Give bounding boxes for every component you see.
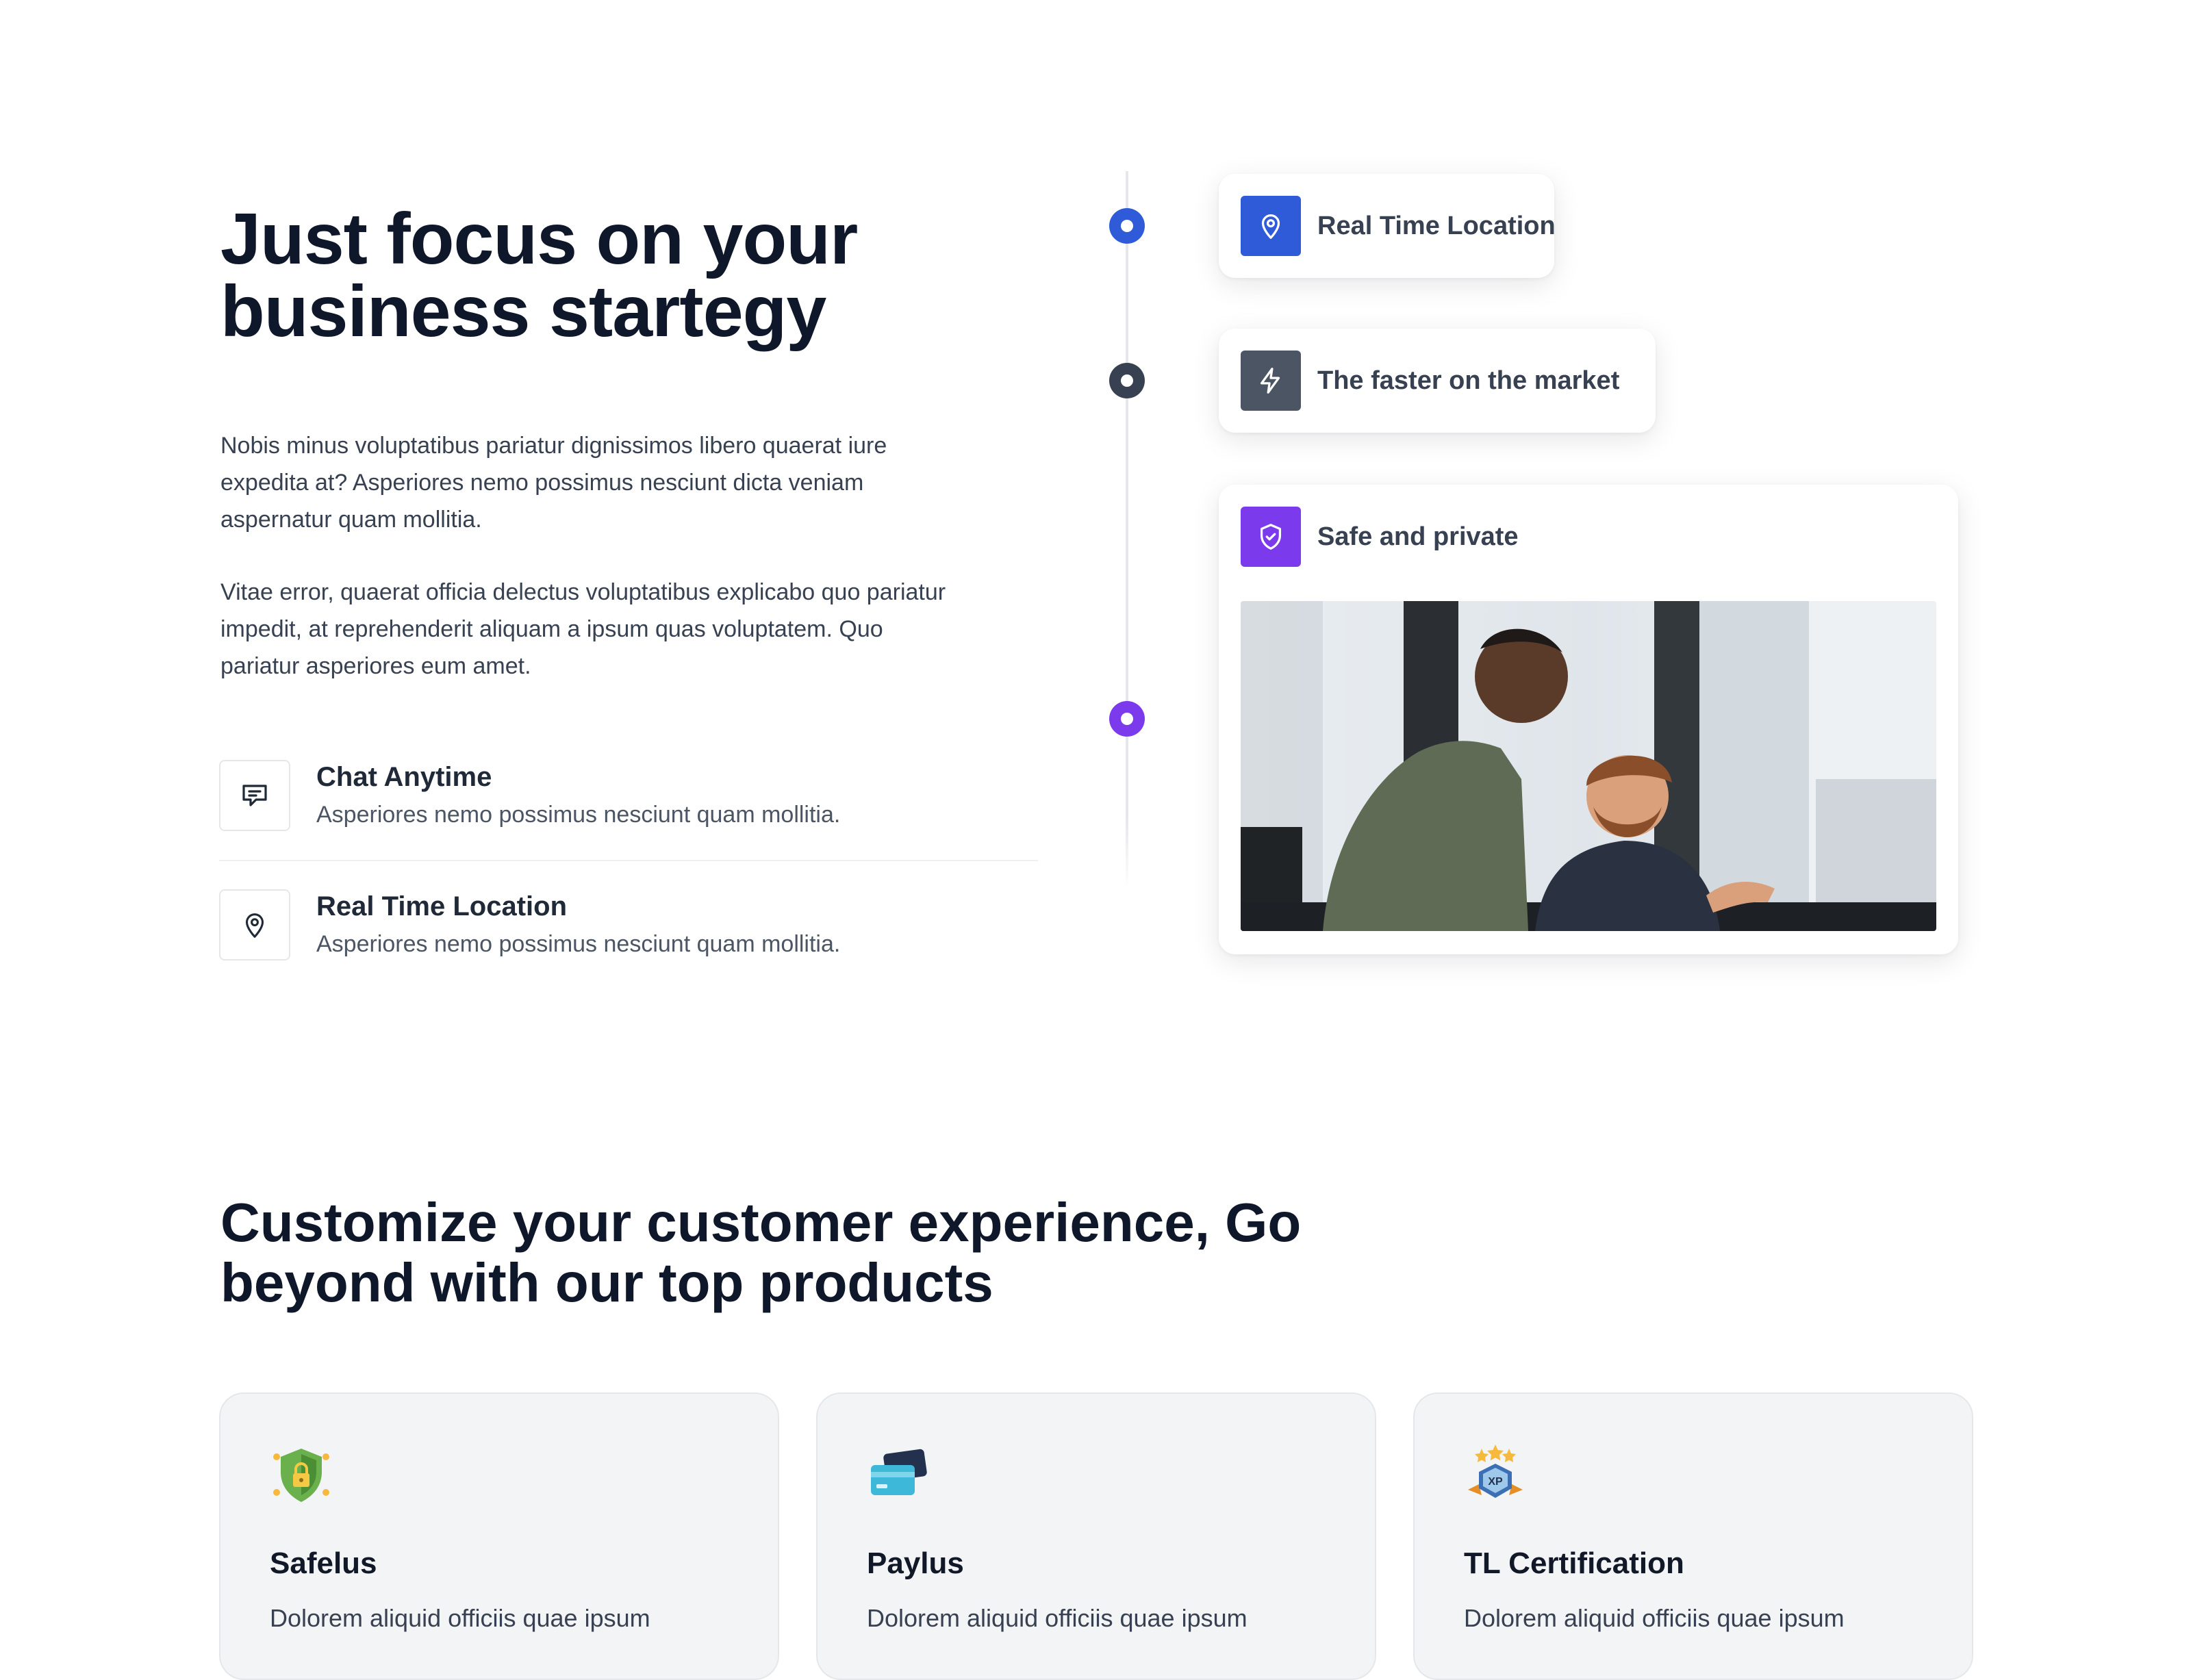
feature-title: Real Time Location [316, 891, 568, 921]
lightning-icon [1241, 351, 1301, 411]
timeline-dot-purple [1109, 701, 1145, 737]
timeline-card-label: Real Time Location [1317, 212, 1556, 240]
products-section-title: Customize your customer experience, Go b… [220, 1193, 1453, 1313]
product-title: Safelus [270, 1547, 377, 1580]
feature-real-time-location: Real Time Location Asperiores nemo possi… [219, 889, 1041, 963]
shield-check-icon [1241, 507, 1301, 567]
hero-paragraph-1: Nobis minus voluptatibus pariatur dignis… [220, 427, 1042, 538]
paragraph-line: pariatur asperiores eum amet. [220, 653, 531, 679]
product-title: TL Certification [1464, 1547, 1684, 1580]
credit-cards-icon [865, 1443, 931, 1509]
product-title: Paylus [867, 1547, 964, 1580]
product-card-tl-certification[interactable]: XP TL Certification Dolorem aliquid offi… [1413, 1392, 1973, 1680]
products-title-line-2: beyond with our top products [220, 1252, 993, 1313]
feature-divider [219, 860, 1038, 861]
hero-title-line-1: Just focus on your [220, 199, 858, 279]
hero-title-line-2: business startegy [220, 271, 826, 352]
feature-description: Asperiores nemo possimus nesciunt quam m… [316, 802, 841, 828]
paragraph-line: impedit, at reprehenderit aliquam a ipsu… [220, 616, 883, 642]
paragraph-line: aspernatur quam mollitia. [220, 507, 482, 533]
product-description: Dolorem aliquid officiis quae ipsum [867, 1604, 1248, 1632]
timeline-line [1126, 171, 1128, 890]
svg-text:XP: XP [1488, 1476, 1503, 1488]
paragraph-line: Vitae error, quaerat officia delectus vo… [220, 579, 946, 605]
timeline-card-faster-market: The faster on the market [1219, 329, 1656, 433]
timeline-card-label: Safe and private [1317, 522, 1519, 551]
product-description: Dolorem aliquid officiis quae ipsum [1464, 1604, 1845, 1632]
shield-lock-icon [268, 1443, 334, 1509]
product-description: Dolorem aliquid officiis quae ipsum [270, 1604, 650, 1632]
feature-chat-anytime: Chat Anytime Asperiores nemo possimus ne… [219, 760, 1041, 834]
product-card-paylus[interactable]: Paylus Dolorem aliquid officiis quae ips… [816, 1392, 1376, 1680]
two-men-office-photo [1241, 601, 1936, 931]
product-card-safelus[interactable]: Safelus Dolorem aliquid officiis quae ip… [219, 1392, 779, 1680]
feature-title: Chat Anytime [316, 762, 492, 792]
paragraph-line: expedita at? Asperiores nemo possimus ne… [220, 470, 864, 496]
paragraph-line: Nobis minus voluptatibus pariatur dignis… [220, 433, 887, 459]
timeline-card-real-time-location: Real Time Location [1219, 174, 1556, 278]
xp-badge-icon: XP [1462, 1443, 1528, 1509]
location-pin-icon [1241, 196, 1301, 256]
timeline-dot-dark [1109, 363, 1145, 398]
timeline-card-label: The faster on the market [1317, 366, 1620, 395]
hero-title: Just focus on your business startegy [220, 203, 1042, 348]
timeline-dot-blue [1109, 208, 1145, 244]
location-pin-icon [219, 889, 290, 960]
feature-description: Asperiores nemo possimus nesciunt quam m… [316, 931, 841, 957]
chat-icon [219, 760, 290, 831]
timeline-card-safe-private: Safe and private [1219, 485, 1958, 954]
products-title-line-1: Customize your customer experience, Go [220, 1192, 1302, 1253]
hero-paragraph-2: Vitae error, quaerat officia delectus vo… [220, 574, 1042, 685]
